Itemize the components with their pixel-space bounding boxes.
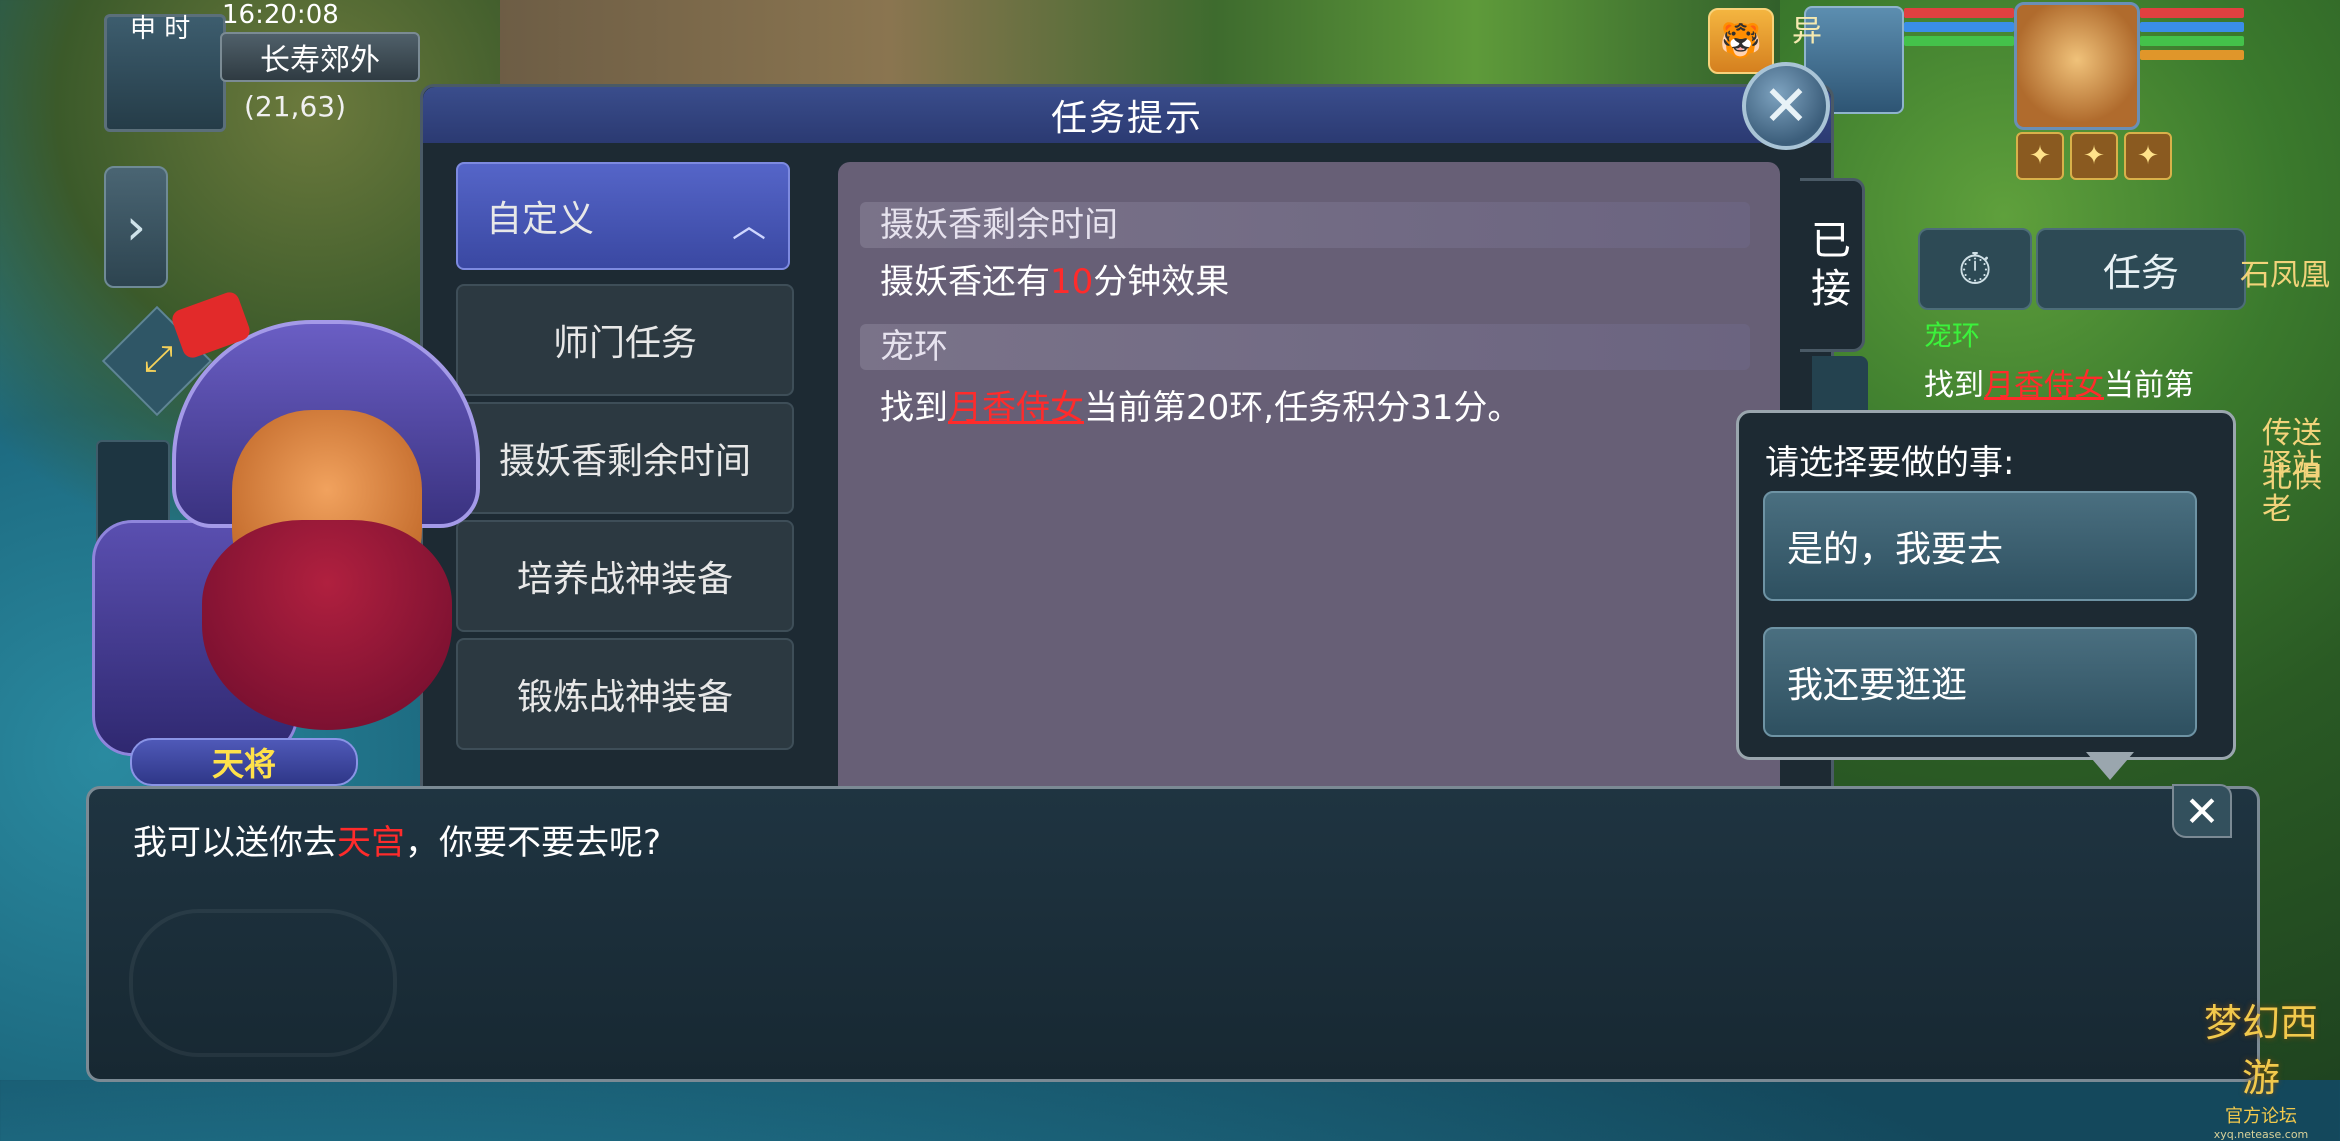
game-logo-watermark: 梦幻西游 官方论坛 xyq.netease.com: [2186, 992, 2336, 1141]
stopwatch-icon: ⏱: [1957, 243, 1993, 295]
dialog-close-button[interactable]: ✕: [2172, 784, 2232, 838]
tab-accepted[interactable]: 已 接: [1800, 178, 1865, 352]
section-heading: 宠环: [860, 324, 1750, 370]
side-toggle-button[interactable]: ›: [104, 166, 168, 288]
line-suffix: 分钟效果: [1093, 262, 1230, 302]
pet-status-label: 异: [1792, 14, 1822, 49]
choice-pointer: [2086, 752, 2134, 780]
npc-nameplate: 天将: [130, 738, 358, 786]
buff-icon[interactable]: ✦: [2124, 132, 2172, 180]
player-exp-bar: [2140, 50, 2244, 60]
task-window-title-bar: 任务提示: [423, 87, 1831, 143]
chevron-up-icon: ︿: [732, 206, 766, 246]
scene-npc-label: 石凤凰: [2240, 258, 2330, 293]
location-panel: 申 时 16:20:08 长寿郊外 (21,63): [104, 0, 424, 132]
line-suffix: 当前第20环,任务积分31分。: [1084, 388, 1522, 428]
tracker-suffix: 当前第: [2104, 368, 2194, 403]
logo-subtitle: 官方论坛: [2225, 1106, 2297, 1127]
player-mp-bar: [2140, 22, 2244, 32]
location-coords: (21,63): [244, 90, 347, 123]
line-prefix: 找到: [880, 388, 948, 428]
dialog-decoration: [129, 909, 397, 1057]
line-prefix: 摄妖香还有: [880, 262, 1050, 302]
dialog-prefix: 我可以送你去: [133, 823, 337, 863]
task-tracker-line[interactable]: 找到月香侍女当前第: [1924, 360, 2194, 404]
choice-option-yes[interactable]: 是的，我要去: [1763, 491, 2197, 601]
tab-label-char: 已: [1811, 218, 1851, 264]
pet-status-bars: [1904, 8, 2014, 50]
game-time-label: 申 时: [130, 14, 191, 44]
npc-beard: [202, 520, 452, 730]
task-tracker-title: 宠环: [1924, 319, 1981, 352]
category-label: 自定义: [486, 199, 595, 240]
timer-button[interactable]: ⏱: [1918, 228, 2032, 310]
pet-sp-bar: [1904, 36, 2014, 46]
npc-dialog-box: 我可以送你去天宫，你要不要去呢?: [86, 786, 2260, 1082]
npc-link[interactable]: 月香侍女: [948, 388, 1084, 428]
logo-url: xyq.netease.com: [2213, 1128, 2309, 1141]
minutes-value: 10: [1050, 262, 1094, 302]
pet-mp-bar: [1904, 22, 2014, 32]
location-name[interactable]: 长寿郊外: [220, 32, 420, 82]
task-window-title: 任务提示: [1050, 98, 1203, 139]
dialog-text: 我可以送你去天宫，你要不要去呢?: [133, 815, 661, 864]
buff-icon[interactable]: ✦: [2016, 132, 2064, 180]
tracker-npc-link[interactable]: 月香侍女: [1984, 368, 2104, 403]
player-hp-bar: [2140, 8, 2244, 18]
npc-portrait: [82, 289, 552, 800]
scene-npc-label: 驿站老: [2262, 448, 2322, 527]
task-detail-panel: 摄妖香剩余时间 摄妖香还有10分钟效果 宠环 找到月香侍女当前第20环,任务积分…: [838, 162, 1780, 802]
choice-option-stroll[interactable]: 我还要逛逛: [1763, 627, 2197, 737]
task-window-close-button[interactable]: ✕: [1742, 62, 1830, 150]
tab-label-char: 接: [1811, 266, 1851, 312]
dialog-suffix: ，你要不要去呢?: [405, 823, 662, 863]
pet-ring-line: 找到月香侍女当前第20环,任务积分31分。: [880, 380, 1521, 429]
incense-remaining-line: 摄妖香还有10分钟效果: [880, 254, 1229, 303]
close-icon: ✕: [1762, 73, 1810, 139]
player-status-bars: [2140, 8, 2244, 64]
choice-menu: 请选择要做的事: 是的，我要去 我还要逛逛: [1736, 410, 2236, 760]
buff-icon[interactable]: ✦: [2070, 132, 2118, 180]
logo-text: 梦幻西游: [2203, 1001, 2318, 1100]
close-icon: ✕: [2184, 786, 2220, 836]
player-portrait[interactable]: [2014, 2, 2140, 130]
category-label: 师门任务: [552, 323, 697, 364]
chevron-right-icon: ›: [126, 198, 146, 256]
task-button[interactable]: 任务: [2036, 228, 2246, 310]
destination-name: 天宫: [337, 823, 405, 863]
real-time: 16:20:08: [222, 0, 339, 30]
tracker-prefix: 找到: [1924, 368, 1984, 403]
category-custom[interactable]: 自定义 ︿: [456, 162, 790, 270]
player-sp-bar: [2140, 36, 2244, 46]
pet-hp-bar: [1904, 8, 2014, 18]
choice-prompt: 请选择要做的事:: [1765, 443, 2015, 483]
pet-shortcut-icon[interactable]: 🐯: [1708, 8, 1774, 74]
section-heading: 摄妖香剩余时间: [860, 202, 1750, 248]
